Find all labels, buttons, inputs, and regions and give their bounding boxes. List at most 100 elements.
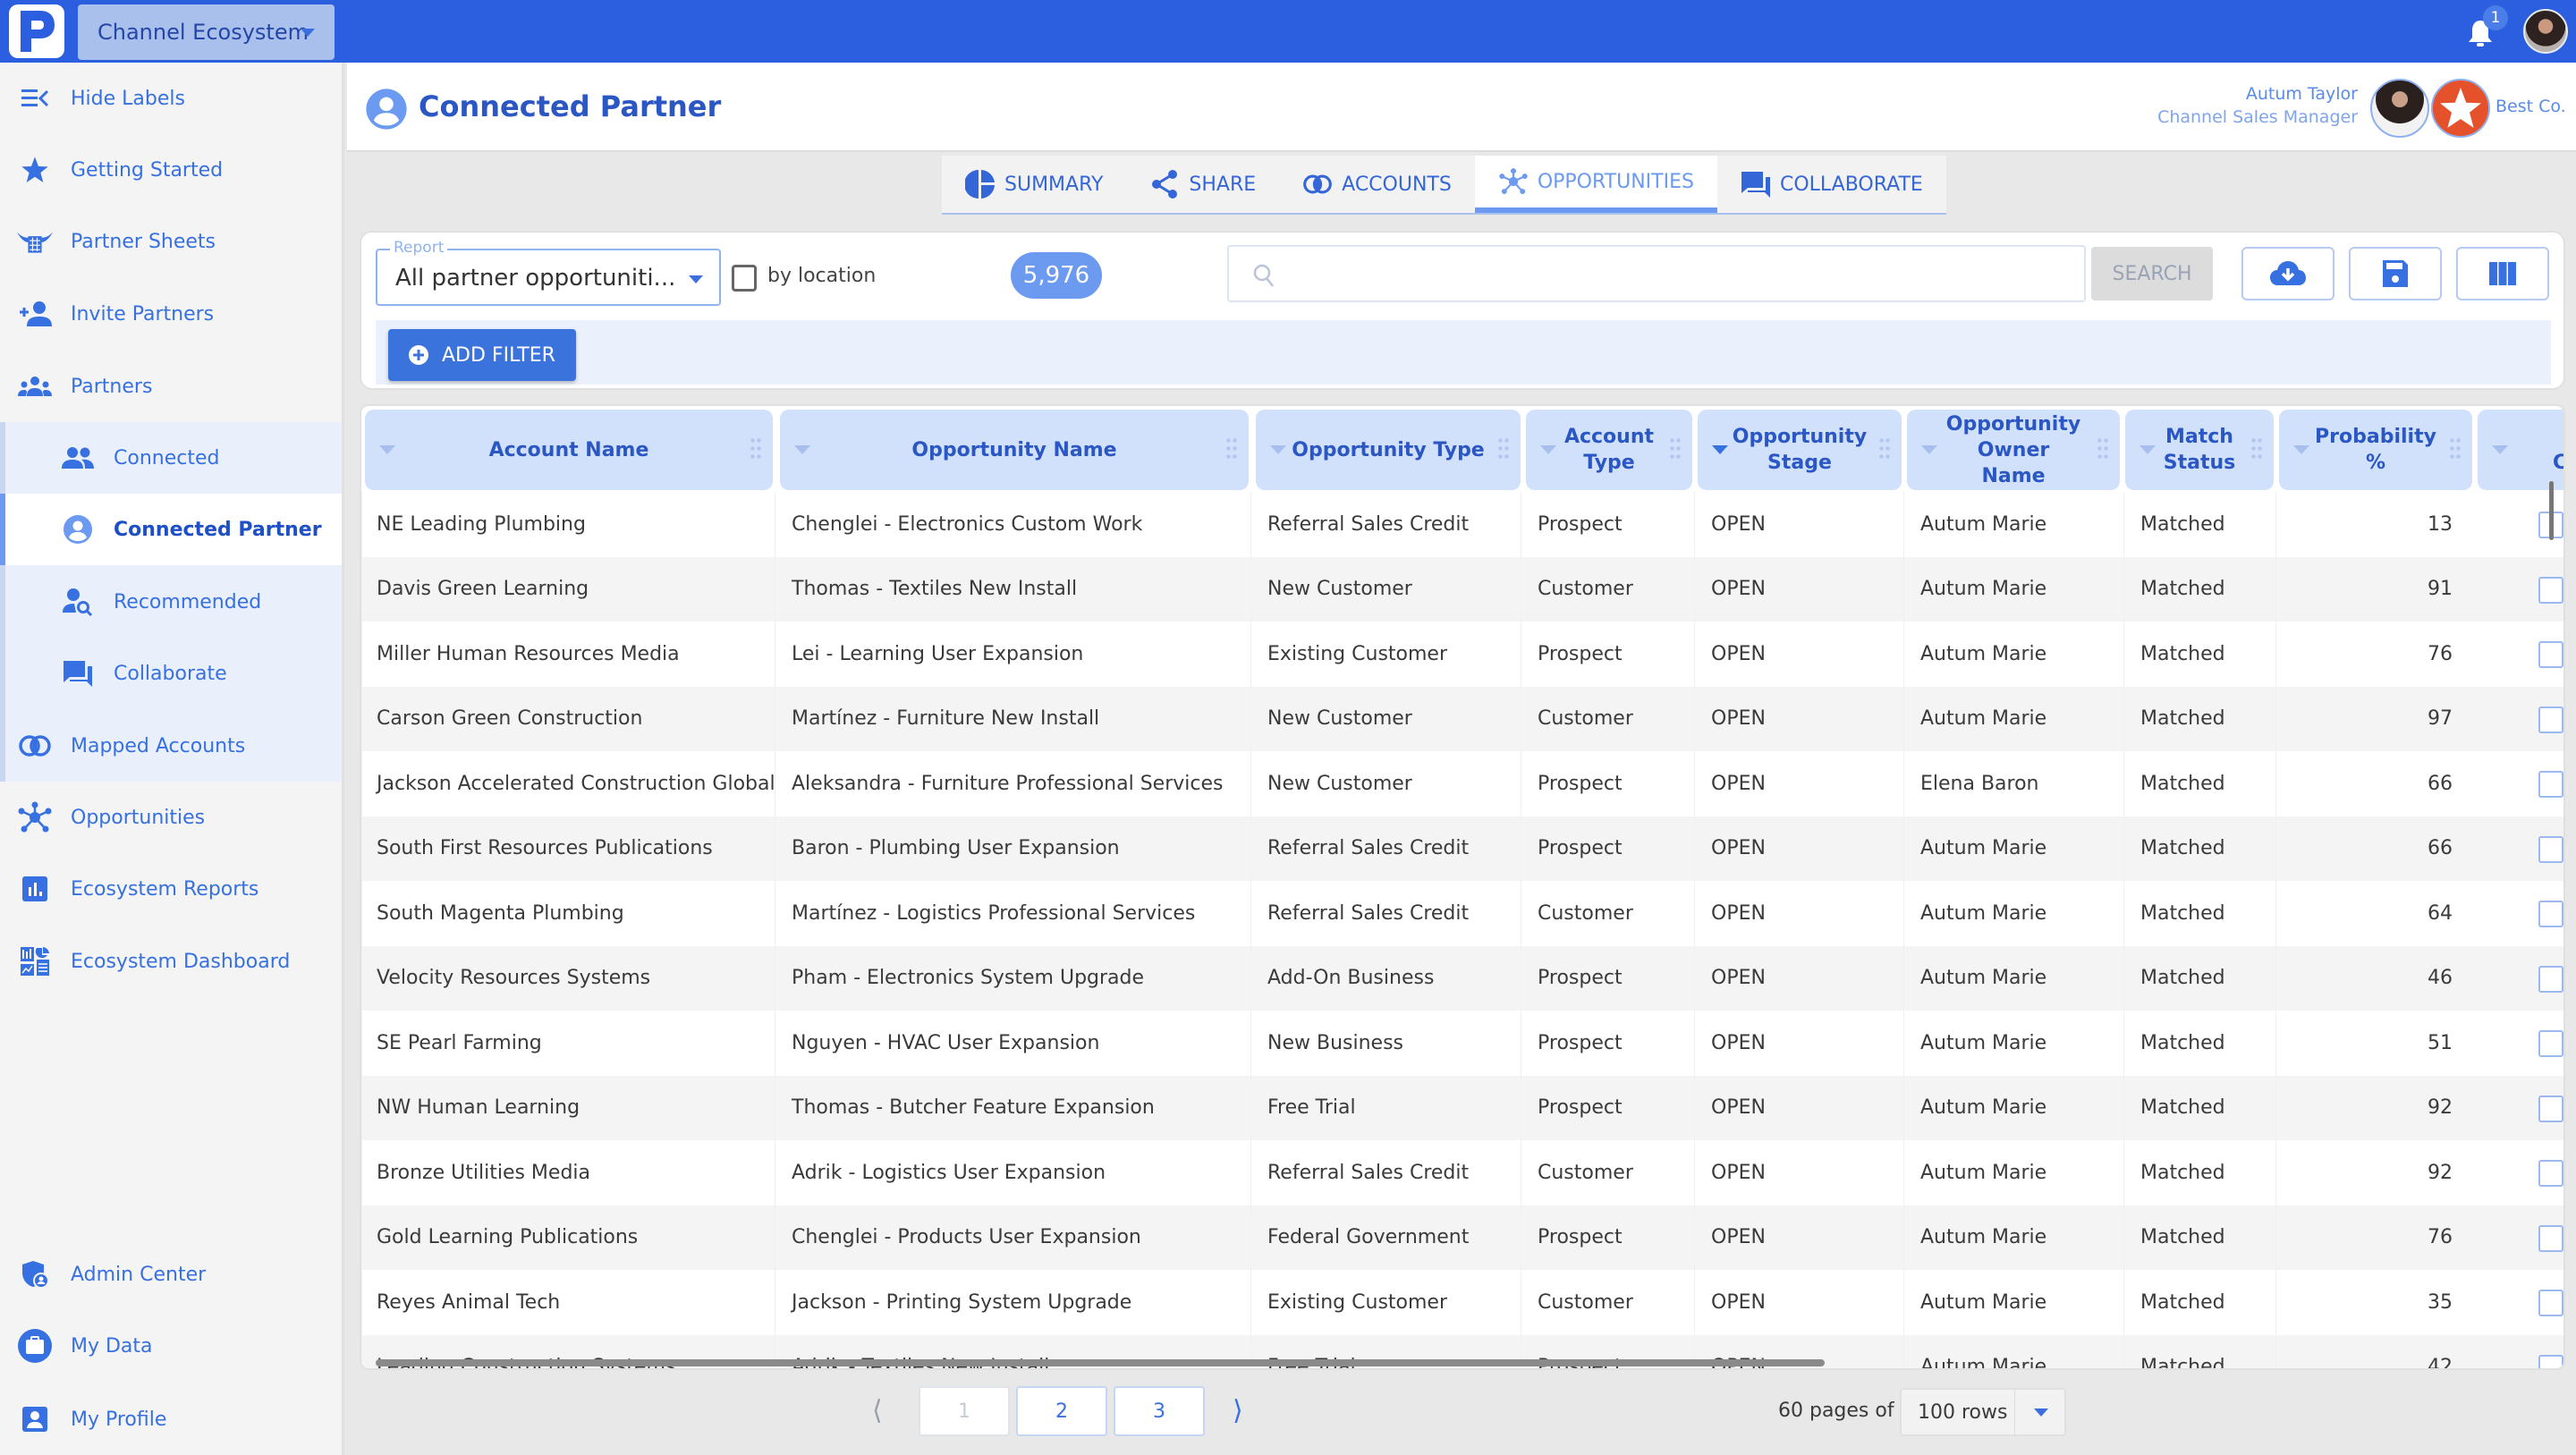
table-row[interactable]: NW Human Learning Thomas - Butcher Featur… <box>361 1075 2563 1140</box>
is-closed-checkbox[interactable] <box>2538 1160 2563 1187</box>
previous-page-button[interactable]: ⟨ <box>872 1395 883 1426</box>
filter-active-icon[interactable] <box>1712 445 1728 454</box>
table-row[interactable]: South First Resources Publications Baron … <box>361 816 2563 881</box>
workspace-selector[interactable]: Channel Ecosystem <box>78 4 335 60</box>
is-closed-checkbox[interactable] <box>2538 576 2563 604</box>
column-header-opportunity-name[interactable]: Opportunity Name <box>780 410 1249 490</box>
filter-icon[interactable] <box>379 445 395 454</box>
tab-accounts[interactable]: ACCOUNTS <box>1279 156 1475 213</box>
search-button[interactable]: SEARCH <box>2091 247 2213 300</box>
is-closed-checkbox[interactable] <box>2538 1354 2563 1368</box>
user-avatar[interactable] <box>2523 9 2568 54</box>
column-header-account-name[interactable]: Account Name <box>365 410 773 490</box>
rows-per-page-select[interactable]: 100 rows <box>1900 1388 2066 1436</box>
cell-opportunity-stage: OPEN <box>1694 1011 1903 1076</box>
table-row[interactable]: Velocity Resources Systems Pham - Electro… <box>361 945 2563 1011</box>
column-header-account-type[interactable]: Account Type <box>1526 410 1692 490</box>
report-select[interactable]: Report All partner opportuniti... <box>376 239 721 306</box>
filter-icon[interactable] <box>1270 445 1286 454</box>
table-row[interactable]: Jackson Accelerated Construction Global A… <box>361 751 2563 816</box>
cell-account-name: Gold Learning Publications <box>361 1205 773 1270</box>
is-closed-checkbox[interactable] <box>2538 1224 2563 1252</box>
page-button-3[interactable]: 3 <box>1114 1386 1205 1436</box>
table-row[interactable]: Gold Learning Publications Chenglei - Pro… <box>361 1205 2563 1270</box>
cell-account-name: South First Resources Publications <box>361 816 773 881</box>
search-field[interactable] <box>1227 245 2086 302</box>
add-filter-button[interactable]: ADD FILTER <box>388 329 576 381</box>
table-row[interactable]: Carson Green Construction Martínez - Furn… <box>361 686 2563 751</box>
vertical-scrollbar[interactable] <box>2549 481 2554 540</box>
column-header-opportunity-type[interactable]: Opportunity Type <box>1256 410 1521 490</box>
sidebar-item-mapped-accounts[interactable]: Mapped Accounts <box>0 710 342 782</box>
column-header-opportunity-stage[interactable]: Opportunity Stage <box>1698 410 1902 490</box>
app-logo[interactable] <box>9 4 64 58</box>
download-button[interactable] <box>2241 247 2334 300</box>
sidebar-item-ecosystem-dashboard[interactable]: Ecosystem Dashboard <box>0 926 342 997</box>
sidebar-item-partner-sheets[interactable]: Partner Sheets <box>0 206 342 277</box>
column-header-is-closed[interactable]: Is Closed <box>2478 410 2563 490</box>
tab-summary[interactable]: SUMMARY <box>942 156 1126 213</box>
by-location-checkbox[interactable] <box>732 265 757 292</box>
drag-handle-icon[interactable] <box>1878 436 1891 461</box>
filter-icon[interactable] <box>2492 445 2508 454</box>
is-closed-checkbox[interactable] <box>2538 1030 2563 1057</box>
drag-handle-icon[interactable] <box>1669 436 1682 461</box>
sidebar-item-ecosystem-reports[interactable]: Ecosystem Reports <box>0 853 342 925</box>
tab-share[interactable]: SHARE <box>1126 156 1279 213</box>
sidebar-item-connected-partner[interactable]: Connected Partner <box>0 494 342 565</box>
is-closed-checkbox[interactable] <box>2538 1290 2563 1316</box>
sidebar-item-opportunities[interactable]: Opportunities <box>0 782 342 853</box>
drag-handle-icon[interactable] <box>2097 436 2109 461</box>
drag-handle-icon[interactable] <box>2250 436 2263 461</box>
page-button-1[interactable]: 1 <box>919 1386 1010 1436</box>
filter-icon[interactable] <box>794 445 810 454</box>
sidebar-item-admin-center[interactable]: Admin Center <box>0 1239 342 1310</box>
drag-handle-icon[interactable] <box>2449 436 2462 461</box>
sidebar-item-recommended[interactable]: Recommended <box>0 566 342 638</box>
filter-icon[interactable] <box>1540 445 1556 454</box>
filter-icon[interactable] <box>1921 445 1937 454</box>
sidebar-item-connected[interactable]: Connected <box>0 422 342 494</box>
sidebar-item-hide-labels[interactable]: Hide Labels <box>0 63 342 134</box>
horizontal-scrollbar[interactable] <box>376 1359 1825 1366</box>
sidebar-item-collaborate[interactable]: Collaborate <box>0 638 342 709</box>
table-row[interactable]: NE Leading Plumbing Chenglei - Electronic… <box>361 492 2563 557</box>
drag-handle-icon[interactable] <box>1497 436 1510 461</box>
table-row[interactable]: Davis Green Learning Thomas - Textiles Ne… <box>361 556 2563 622</box>
is-closed-checkbox[interactable] <box>2538 641 2563 668</box>
cell-account-name: NE Leading Plumbing <box>361 492 773 557</box>
is-closed-checkbox[interactable] <box>2538 771 2563 798</box>
search-input[interactable] <box>1283 254 2070 293</box>
next-page-button[interactable]: ⟩ <box>1233 1395 1243 1426</box>
table-row[interactable]: Reyes Animal Tech Jackson - Printing Syst… <box>361 1270 2563 1335</box>
column-header-owner-name[interactable]: Opportunity Owner Name <box>1907 410 2120 490</box>
table-row[interactable]: Bronze Utilities Media Adrik - Logistics … <box>361 1140 2563 1205</box>
column-header-probability[interactable]: Probability % <box>2279 410 2472 490</box>
filter-icon[interactable] <box>2293 445 2309 454</box>
sidebar-item-label: Recommended <box>114 590 262 613</box>
sidebar-item-getting-started[interactable]: Getting Started <box>0 134 342 206</box>
columns-button[interactable] <box>2456 247 2549 300</box>
table-row[interactable]: South Magenta Plumbing Martínez - Logisti… <box>361 881 2563 946</box>
drag-handle-icon[interactable] <box>750 436 762 461</box>
is-closed-checkbox[interactable] <box>2538 1095 2563 1122</box>
page-button-2[interactable]: 2 <box>1016 1386 1107 1436</box>
sidebar-item-partners[interactable]: Partners <box>0 351 342 422</box>
drag-handle-icon[interactable] <box>1225 436 1238 461</box>
column-header-match-status[interactable]: Match Status <box>2125 410 2274 490</box>
table-row[interactable]: SE Pearl Farming Nguyen - HVAC User Expan… <box>361 1011 2563 1076</box>
is-closed-checkbox[interactable] <box>2538 706 2563 733</box>
sidebar-item-my-data[interactable]: My Data <box>0 1310 342 1382</box>
filter-icon[interactable] <box>2140 445 2156 454</box>
sidebar-item-my-profile[interactable]: My Profile <box>0 1383 342 1455</box>
save-button[interactable] <box>2349 247 2442 300</box>
is-closed-checkbox[interactable] <box>2538 965 2563 993</box>
table-row[interactable]: Miller Human Resources Media Lei - Learni… <box>361 622 2563 687</box>
columns-icon <box>2489 262 2516 285</box>
tab-collaborate[interactable]: COLLABORATE <box>1717 156 1946 213</box>
tab-opportunities[interactable]: OPPORTUNITIES <box>1474 156 1717 213</box>
chevron-down-icon <box>689 275 703 283</box>
is-closed-checkbox[interactable] <box>2538 901 2563 927</box>
is-closed-checkbox[interactable] <box>2538 835 2563 863</box>
sidebar-item-invite-partners[interactable]: Invite Partners <box>0 278 342 350</box>
